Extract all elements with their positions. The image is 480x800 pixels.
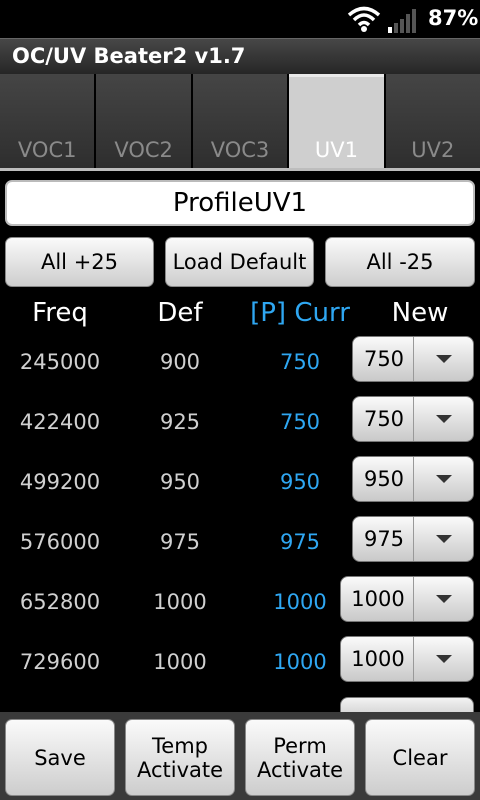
def-value: 900 — [159, 350, 201, 374]
curr-value: 750 — [279, 410, 321, 434]
wifi-icon — [347, 6, 381, 32]
save-button[interactable]: Save — [5, 719, 115, 796]
tab-label: VOC2 — [114, 138, 173, 162]
profile-name-field[interactable]: ProfileUV1 — [5, 180, 475, 226]
tab-label: VOC3 — [210, 138, 270, 162]
new-value-spinner[interactable]: 1000 — [340, 636, 474, 682]
freq-value: 652800 — [19, 590, 101, 614]
tab-voc3[interactable]: VOC3 — [192, 74, 288, 168]
load-default-button[interactable]: Load Default — [165, 237, 314, 287]
spinner-value: 975 — [363, 527, 405, 551]
curr-value: 1000 — [273, 590, 327, 614]
tab-voc1[interactable]: VOC1 — [0, 74, 95, 168]
tab-label: UV2 — [411, 138, 455, 162]
spinner-value: 950 — [363, 467, 405, 491]
perm-activate-button[interactable]: Perm Activate — [245, 719, 355, 796]
header-new: New — [391, 298, 449, 328]
status-bar: 87% — [0, 0, 480, 38]
new-value-spinner[interactable]: 750 — [352, 336, 474, 382]
def-value: 925 — [159, 410, 201, 434]
new-value-spinner[interactable]: 750 — [352, 396, 474, 442]
curr-value: 975 — [279, 530, 321, 554]
tab-uv1[interactable]: UV1 — [289, 74, 385, 168]
chevron-down-icon[interactable] — [413, 637, 473, 681]
def-value: 975 — [159, 530, 201, 554]
tab-label: UV1 — [314, 138, 358, 162]
all-minus-25-button[interactable]: All -25 — [325, 237, 475, 287]
freq-value: 499200 — [19, 470, 101, 494]
freq-value: 729600 — [19, 650, 101, 674]
chevron-down-icon[interactable] — [413, 457, 473, 501]
header-def: Def — [157, 298, 203, 328]
all-plus-25-button[interactable]: All +25 — [5, 237, 154, 287]
battery-percentage: 87% — [428, 6, 479, 30]
freq-value: 245000 — [19, 350, 101, 374]
tab-label: VOC1 — [17, 138, 77, 162]
spinner-value: 1000 — [351, 647, 405, 671]
spinner-value: 750 — [363, 347, 405, 371]
chevron-down-icon[interactable] — [413, 577, 473, 621]
header-curr: [P] Curr — [250, 298, 350, 328]
temp-activate-button[interactable]: Temp Activate — [125, 719, 235, 796]
freq-value: 576000 — [19, 530, 101, 554]
clear-button[interactable]: Clear — [365, 719, 475, 796]
freq-value: 422400 — [19, 410, 101, 434]
spinner-value: 750 — [363, 407, 405, 431]
spinner-value: 1000 — [351, 587, 405, 611]
def-value: 1000 — [153, 650, 207, 674]
signal-icon — [388, 9, 416, 33]
new-value-spinner[interactable]: 1000 — [340, 576, 474, 622]
curr-value: 950 — [279, 470, 321, 494]
new-value-spinner[interactable]: 950 — [352, 456, 474, 502]
header-freq: Freq — [32, 298, 88, 328]
app-title: OC/UV Beater2 v1.7 — [12, 44, 246, 68]
app-title-bar: OC/UV Beater2 v1.7 — [0, 38, 480, 74]
chevron-down-icon[interactable] — [413, 337, 473, 381]
curr-value: 1000 — [273, 650, 327, 674]
def-value: 1000 — [153, 590, 207, 614]
tab-bar: VOC1 VOC2 VOC3 UV1 UV2 — [0, 74, 480, 168]
tab-underline — [0, 168, 480, 171]
tab-voc2[interactable]: VOC2 — [96, 74, 191, 168]
chevron-down-icon[interactable] — [413, 517, 473, 561]
new-value-spinner[interactable]: 975 — [352, 516, 474, 562]
chevron-down-icon[interactable] — [413, 397, 473, 441]
tab-uv2[interactable]: UV2 — [385, 74, 480, 168]
curr-value: 750 — [279, 350, 321, 374]
def-value: 950 — [159, 470, 201, 494]
